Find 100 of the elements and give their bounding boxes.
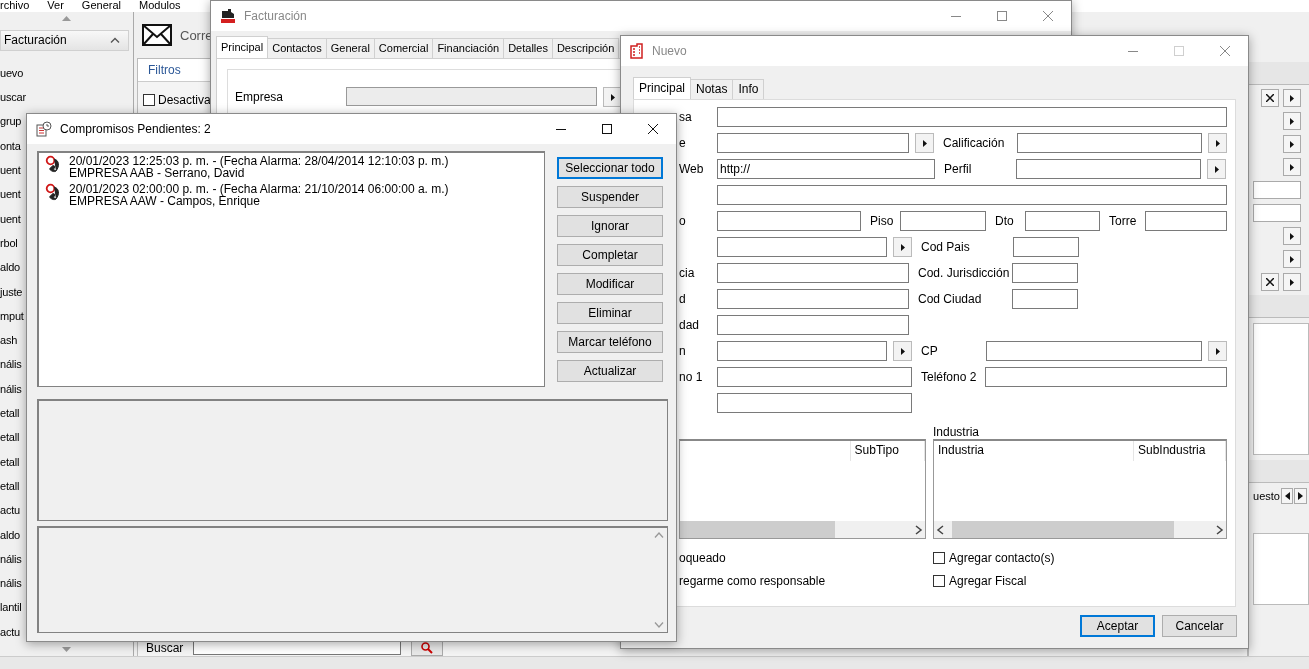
field-label: Teléfono 2 — [920, 370, 978, 384]
arrow-button[interactable] — [1283, 89, 1301, 107]
scrollbar[interactable] — [680, 521, 925, 538]
column-header[interactable]: SubIndustria — [1134, 441, 1226, 461]
field-label: Calificación — [942, 136, 1006, 150]
sidebar-item[interactable]: uent — [0, 158, 21, 183]
sidebar-item[interactable]: nális — [0, 376, 22, 401]
menu-item[interactable]: rchivo — [0, 0, 30, 12]
field-label: Dto — [994, 214, 1015, 228]
phone-icon — [45, 183, 61, 201]
action-button[interactable]: Modificar — [557, 273, 663, 295]
search-icon — [421, 642, 434, 654]
sidebar-item[interactable]: juste — [0, 279, 23, 304]
action-button[interactable]: Ignorar — [557, 215, 663, 237]
envelope-icon[interactable] — [142, 24, 172, 46]
sidebar-item[interactable]: lantil — [0, 595, 22, 620]
scrollbar[interactable] — [934, 521, 1226, 538]
sidebar-item[interactable]: nális — [0, 571, 22, 596]
caret-icon — [898, 346, 907, 356]
column-header[interactable]: Industria — [934, 441, 1134, 461]
scroll-left-button[interactable] — [1280, 488, 1294, 504]
sidebar-item[interactable]: nális — [0, 546, 22, 572]
clear-button[interactable] — [1261, 89, 1279, 107]
arrow-button[interactable] — [1283, 273, 1301, 291]
scroll-up-icon — [62, 15, 71, 21]
arrow-button[interactable] — [1283, 135, 1301, 153]
window-title: Nuevo — [652, 44, 687, 58]
sidebar-item[interactable]: uevo — [0, 60, 24, 86]
arrow-button[interactable] — [1283, 250, 1301, 268]
caret-icon — [898, 242, 907, 252]
caret-left-icon — [1284, 492, 1290, 500]
chevron-down-icon — [653, 622, 664, 628]
tab[interactable]: Filtros — [138, 59, 210, 82]
clear-button[interactable] — [1261, 273, 1279, 291]
arrow-button[interactable] — [1283, 158, 1301, 176]
arrow-button[interactable] — [1283, 112, 1301, 130]
caret-icon — [1213, 346, 1222, 356]
sidebar-item[interactable]: actu — [0, 498, 20, 523]
field-label: dad — [679, 318, 701, 332]
sidebar-header[interactable]: Facturación — [0, 30, 129, 51]
field-label: no 1 — [679, 370, 704, 384]
field-label: sa — [679, 110, 693, 124]
register-icon — [220, 8, 236, 24]
action-button[interactable]: Suspender — [557, 186, 663, 208]
chevron-up-icon — [653, 532, 664, 538]
menu-item[interactable]: General — [81, 0, 121, 12]
close-icon — [1266, 278, 1274, 286]
sidebar-item[interactable]: mput — [0, 303, 24, 329]
list-label: Industria — [933, 425, 981, 439]
close-icon — [648, 124, 658, 134]
menu-item[interactable]: Ver — [47, 0, 64, 12]
text-field[interactable] — [346, 87, 597, 106]
column-header[interactable]: SubTipo — [850, 441, 925, 461]
close-icon — [1043, 11, 1053, 21]
caret-icon — [1288, 116, 1296, 126]
caret-icon — [1213, 138, 1222, 148]
field-label: n — [679, 344, 687, 358]
scroll-right-button[interactable] — [1294, 488, 1307, 504]
sidebar-item[interactable]: actu — [0, 619, 20, 644]
sidebar-item[interactable]: uscar — [0, 85, 26, 110]
maximize-icon — [997, 11, 1007, 21]
sidebar-item[interactable]: nális — [0, 352, 22, 377]
menu-item[interactable]: Modulos — [139, 0, 181, 12]
field-label: e — [679, 136, 687, 150]
action-button[interactable]: Marcar teléfono — [557, 331, 663, 353]
caret-icon — [608, 92, 617, 102]
action-button[interactable]: Completar — [557, 244, 663, 266]
sidebar-item[interactable]: ash — [0, 328, 18, 353]
field-label: Cod Ciudad — [917, 292, 983, 306]
close-icon — [1220, 46, 1230, 56]
action-button[interactable]: Eliminar — [557, 302, 663, 324]
alarm-list[interactable]: 20/01/2023 12:25:03 p. m. - (Fecha Alarma: 28/04/2014 12:10:03 p. m.) EMPRESA AAB - Serrano, David 20/01/2023 02:00:00 p. m. - (Fecha Alarma: 21/10/2014 06:00:00 a. m.) EMPRESA AAW - Campos, Enrique — [37, 151, 545, 387]
sidebar-item[interactable]: etall — [0, 473, 20, 499]
caret-icon — [1288, 277, 1296, 287]
alarm-contact: EMPRESA AAW - Campos, Enrique — [69, 195, 261, 207]
building-icon — [630, 43, 644, 59]
action-button[interactable]: Actualizar — [557, 360, 663, 382]
window-title: Compromisos Pendientes: 2 — [60, 122, 211, 136]
sidebar-item[interactable]: etall — [0, 401, 20, 426]
sidebar-item[interactable]: uent — [0, 182, 21, 207]
sidebar-item[interactable]: grup — [0, 109, 22, 134]
field-label: Empresa — [235, 89, 285, 106]
arrow-button[interactable] — [1283, 227, 1301, 245]
maximize-icon — [602, 124, 612, 134]
sidebar-item[interactable]: etall — [0, 425, 20, 450]
text-field[interactable] — [1253, 181, 1301, 199]
panel-label: uesto — [1253, 490, 1280, 502]
checkbox[interactable] — [143, 94, 155, 106]
sidebar-item[interactable]: aldo — [0, 522, 20, 547]
sidebar-item[interactable]: uent — [0, 206, 21, 231]
sidebar-item[interactable]: rbol — [0, 230, 18, 256]
sidebar-item[interactable]: etall — [0, 449, 20, 474]
sidebar-item[interactable]: onta — [0, 133, 21, 159]
field-label: Torre — [1108, 214, 1138, 228]
text-field[interactable] — [1253, 204, 1301, 222]
caret-icon — [1212, 164, 1221, 174]
caret-icon — [1288, 139, 1296, 149]
field-label: Perfil — [943, 162, 973, 176]
action-button[interactable]: Seleccionar todo — [557, 157, 663, 179]
sidebar-item[interactable]: aldo — [0, 255, 20, 280]
